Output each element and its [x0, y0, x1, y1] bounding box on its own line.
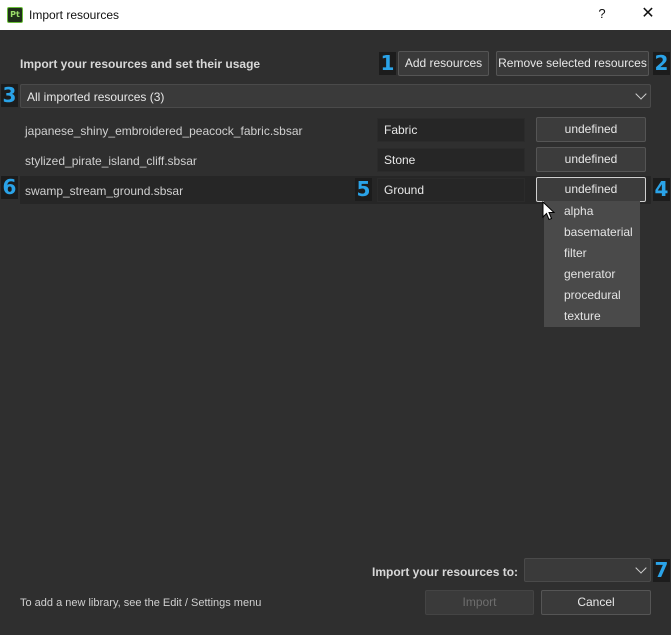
section-heading: Import your resources and set their usag…: [20, 57, 261, 71]
usage-field[interactable]: Fabric: [377, 118, 525, 142]
callout-badge-2: 2: [653, 51, 670, 75]
resource-filename: japanese_shiny_embroidered_peacock_fabri…: [25, 124, 303, 138]
cancel-button[interactable]: Cancel: [541, 590, 651, 615]
usage-field[interactable]: Ground: [377, 178, 525, 202]
close-button[interactable]: ✕: [638, 4, 658, 24]
resource-row[interactable]: stylized_pirate_island_cliff.sbsar Stone…: [20, 146, 651, 174]
chevron-down-icon: [635, 562, 647, 574]
type-dropdown-button[interactable]: undefined: [536, 117, 646, 142]
callout-badge-3: 3: [1, 83, 18, 107]
app-logo-icon: Pt: [7, 7, 23, 23]
resource-row-selected[interactable]: swamp_stream_ground.sbsar Ground undefin…: [20, 176, 651, 204]
menu-item-procedural[interactable]: procedural: [544, 285, 640, 306]
title-bar: Pt Import resources ? ✕: [0, 0, 671, 30]
remove-selected-resources-button[interactable]: Remove selected resources: [496, 51, 649, 76]
type-dropdown-button[interactable]: undefined: [536, 147, 646, 172]
menu-item-basematerial[interactable]: basematerial: [544, 222, 640, 243]
library-hint-text: To add a new library, see the Edit / Set…: [20, 597, 262, 609]
filter-selected-value: All imported resources (3): [27, 90, 165, 104]
callout-badge-7: 7: [653, 558, 670, 582]
menu-item-generator[interactable]: generator: [544, 264, 640, 285]
usage-field[interactable]: Stone: [377, 148, 525, 172]
menu-item-texture[interactable]: texture: [544, 306, 640, 327]
chevron-down-icon: [635, 88, 647, 100]
callout-badge-4: 4: [653, 177, 670, 201]
type-dropdown-button-open[interactable]: undefined: [536, 177, 646, 202]
help-button[interactable]: ?: [594, 6, 610, 24]
menu-item-filter[interactable]: filter: [544, 243, 640, 264]
menu-item-alpha[interactable]: alpha: [544, 201, 640, 222]
resource-filter-select[interactable]: All imported resources (3): [20, 84, 651, 108]
callout-badge-6: 6: [1, 175, 18, 199]
mouse-pointer-icon: [542, 201, 556, 221]
resource-filename: stylized_pirate_island_cliff.sbsar: [25, 154, 197, 168]
window-title: Import resources: [29, 8, 120, 22]
add-resources-button[interactable]: Add resources: [398, 51, 489, 76]
resource-row[interactable]: japanese_shiny_embroidered_peacock_fabri…: [20, 116, 651, 144]
type-options-menu: alpha basematerial filter generator proc…: [544, 201, 640, 327]
callout-badge-1: 1: [379, 51, 396, 75]
callout-badge-5: 5: [355, 177, 372, 201]
import-button[interactable]: Import: [425, 590, 534, 615]
destination-select[interactable]: [524, 558, 651, 582]
resource-filename: swamp_stream_ground.sbsar: [25, 184, 184, 198]
destination-label: Import your resources to:: [372, 565, 519, 579]
